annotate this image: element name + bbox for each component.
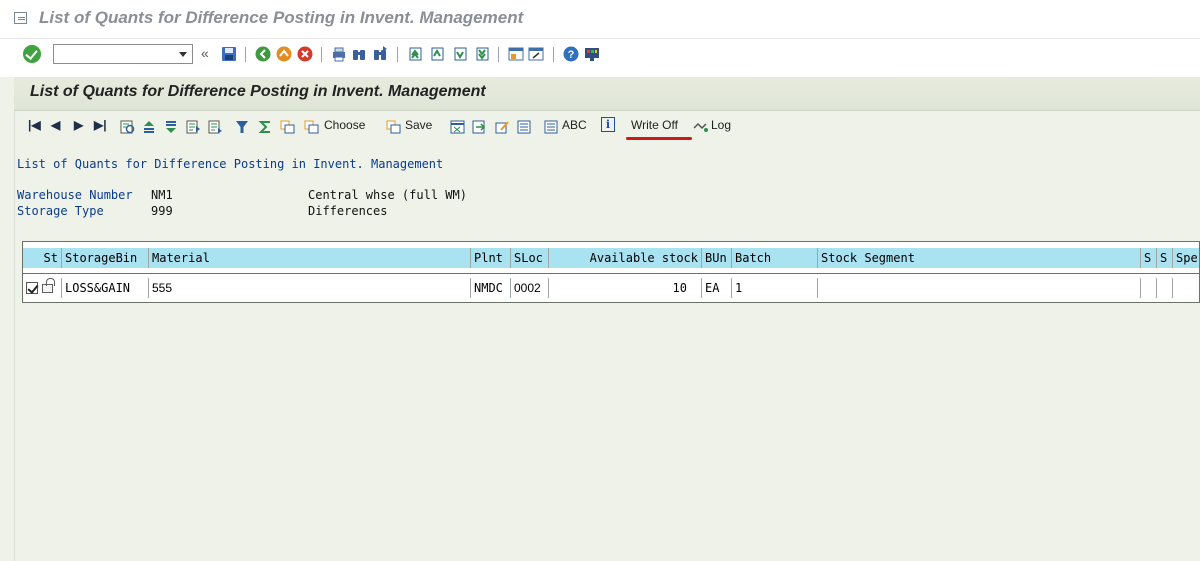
create-session-icon[interactable]	[508, 46, 524, 62]
ok-icon[interactable]	[23, 45, 41, 63]
filter-icon[interactable]	[235, 120, 249, 134]
column-header-sloc[interactable]: SLoc	[511, 248, 549, 268]
cell-s1[interactable]	[1141, 278, 1157, 298]
separator	[498, 47, 499, 62]
column-header-s1[interactable]: S	[1141, 248, 1157, 268]
application-title-bar: List of Quants for Difference Posting in…	[14, 77, 1200, 111]
save-button[interactable]: Save	[405, 118, 432, 132]
separator	[553, 47, 554, 62]
cell-spe[interactable]	[1173, 278, 1199, 298]
warehouse-number-label: Warehouse Number	[17, 188, 133, 202]
separator	[245, 47, 246, 62]
column-header-bun[interactable]: BUn	[702, 248, 732, 268]
separator	[321, 47, 322, 62]
checkbox-checked-icon[interactable]	[26, 282, 38, 294]
print-icon[interactable]	[331, 46, 347, 62]
cell-sloc[interactable]: 0002	[511, 278, 549, 298]
storage-type-value: 999	[151, 204, 173, 218]
first-record-icon[interactable]: |◀	[28, 118, 41, 132]
cell-stock-segment[interactable]	[818, 278, 1141, 298]
column-header-material[interactable]: Material	[149, 248, 471, 268]
column-header-s2[interactable]: S	[1157, 248, 1173, 268]
cell-storage-bin[interactable]: LOSS&GAIN	[62, 278, 149, 298]
cell-material[interactable]: 555	[149, 278, 471, 298]
save-list-icon[interactable]	[386, 120, 401, 134]
storage-type-label: Storage Type	[17, 204, 104, 218]
shortcut-icon[interactable]	[528, 46, 544, 62]
previous-page-icon[interactable]	[429, 46, 445, 62]
back-icon[interactable]	[255, 46, 271, 62]
warehouse-number-value: NM1	[151, 188, 173, 202]
report-heading: List of Quants for Difference Posting in…	[17, 157, 444, 171]
help-icon[interactable]: ?	[563, 46, 579, 62]
separator	[397, 47, 398, 62]
customize-layout-icon[interactable]	[584, 46, 600, 62]
write-off-annotation-underline	[626, 137, 692, 140]
find-in-list-icon[interactable]	[186, 120, 201, 134]
column-header-available-stock[interactable]: Available stock	[549, 248, 702, 268]
log-button[interactable]: Log	[711, 118, 731, 132]
save-icon[interactable]	[221, 46, 237, 62]
header-separator	[23, 273, 1199, 274]
log-icon[interactable]	[693, 120, 709, 134]
choose-icon[interactable]	[304, 120, 319, 134]
column-header-stock-segment[interactable]: Stock Segment	[818, 248, 1141, 268]
column-header-plant[interactable]: Plnt	[471, 248, 511, 268]
storage-type-description: Differences	[308, 204, 388, 218]
next-record-icon[interactable]: ▶	[74, 118, 83, 132]
last-record-icon[interactable]: ▶|	[94, 118, 107, 132]
sort-ascending-icon[interactable]	[142, 120, 156, 134]
abc-analysis-button[interactable]: ABC	[562, 118, 587, 132]
list-icon[interactable]	[517, 120, 531, 134]
cancel-icon[interactable]	[297, 46, 313, 62]
svg-text:?: ?	[568, 49, 575, 61]
chevron-down-icon[interactable]	[179, 52, 187, 57]
cell-available-stock[interactable]: 10	[549, 278, 702, 298]
row-status-cell[interactable]	[23, 278, 62, 298]
quant-list-grid: St StorageBin Material Plnt SLoc Availab…	[22, 241, 1200, 303]
subtotal-icon[interactable]	[280, 120, 295, 134]
previous-record-icon[interactable]: ◀	[51, 118, 60, 132]
menu-icon[interactable]	[14, 12, 27, 24]
find-next-in-list-icon[interactable]	[208, 120, 223, 134]
window-title: List of Quants for Difference Posting in…	[39, 8, 524, 27]
cell-batch[interactable]: 1	[732, 278, 818, 298]
command-field[interactable]	[53, 44, 193, 64]
application-toolbar: |◀ ◀ ▶ ▶| Choose Save ABC i Write Off Lo…	[14, 113, 1200, 140]
cell-s2[interactable]	[1157, 278, 1173, 298]
last-page-icon[interactable]	[474, 46, 490, 62]
system-toolbar: « ?	[0, 38, 1200, 69]
window-title-bar: List of Quants for Difference Posting in…	[0, 0, 1200, 38]
sort-descending-icon[interactable]	[164, 120, 178, 134]
column-header-storage-bin[interactable]: StorageBin	[62, 248, 149, 268]
application-area: List of Quants for Difference Posting in…	[0, 69, 1200, 561]
column-header-st[interactable]: St	[23, 248, 62, 268]
edit-icon[interactable]	[495, 120, 510, 134]
abc-analysis-icon[interactable]	[544, 120, 558, 134]
next-page-icon[interactable]	[452, 46, 468, 62]
column-header-spe[interactable]: Spe	[1173, 248, 1199, 268]
exit-icon[interactable]	[276, 46, 292, 62]
choose-button[interactable]: Choose	[324, 118, 365, 132]
info-icon[interactable]: i	[601, 117, 615, 132]
find-icon[interactable]	[351, 46, 367, 62]
unlock-icon	[42, 278, 55, 293]
sum-icon[interactable]	[258, 120, 272, 134]
export-icon[interactable]	[472, 120, 487, 134]
cell-plant[interactable]: NMDC	[471, 278, 511, 298]
find-next-icon[interactable]	[372, 46, 388, 62]
write-off-button[interactable]: Write Off	[631, 118, 678, 132]
cell-bun[interactable]: EA	[702, 278, 732, 298]
details-icon[interactable]	[120, 120, 135, 134]
change-layout-icon[interactable]	[450, 120, 465, 134]
collapse-arrows-icon[interactable]: «	[201, 45, 209, 61]
application-title: List of Quants for Difference Posting in…	[30, 83, 486, 100]
warehouse-number-description: Central whse (full WM)	[308, 188, 467, 202]
column-header-batch[interactable]: Batch	[732, 248, 818, 268]
first-page-icon[interactable]	[407, 46, 423, 62]
